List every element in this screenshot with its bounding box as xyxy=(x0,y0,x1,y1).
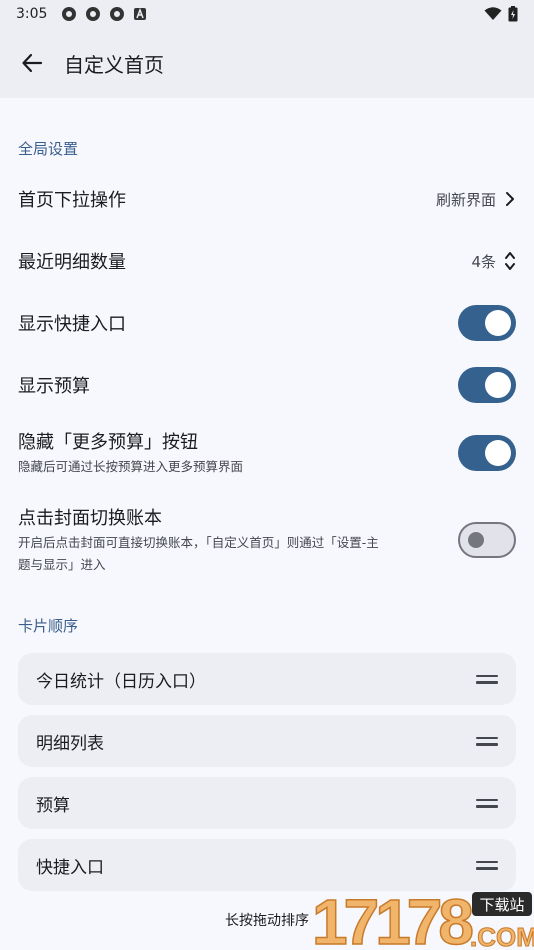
setting-title: 显示快捷入口 xyxy=(18,314,126,335)
setting-title: 点击封面切换账本 xyxy=(18,508,162,529)
setting-show-shortcuts: 显示快捷入口 xyxy=(0,298,534,348)
setting-title: 隐藏「更多预算」按钮 xyxy=(18,432,198,453)
card-item[interactable]: 明细列表 xyxy=(18,715,516,767)
watermark-badge: 下载站 xyxy=(479,896,524,914)
setting-subtitle-line1: 开启后点击封面可直接切换账本，「自定义首页」则通过「设置-主 xyxy=(18,535,379,550)
hide-more-budget-toggle[interactable] xyxy=(458,435,516,471)
a-badge-icon xyxy=(134,7,147,20)
setting-show-budget: 显示预算 xyxy=(0,360,534,410)
page-title: 自定义首页 xyxy=(64,52,164,77)
setting-value: 刷新界面 xyxy=(435,190,496,209)
watermark-number: 17178 xyxy=(312,886,472,950)
section-header-card-order: 卡片顺序 xyxy=(18,617,79,635)
card-label: 快捷入口 xyxy=(36,857,104,878)
drag-handle-icon[interactable] xyxy=(476,736,498,746)
chevron-up-down-icon xyxy=(505,252,515,270)
setting-title: 显示预算 xyxy=(18,376,90,397)
setting-title: 最近明细数量 xyxy=(18,252,126,273)
gear-icon xyxy=(110,7,125,21)
setting-tap-cover-switch: 点击封面切换账本 开启后点击封面可直接切换账本，「自定义首页」则通过「设置-主 … xyxy=(0,504,534,576)
setting-subtitle-line2: 题与显示」进入 xyxy=(18,557,106,572)
gear-icon xyxy=(62,7,77,21)
setting-recent-count[interactable]: 最近明细数量 4条 xyxy=(0,236,534,286)
chevron-right-icon xyxy=(506,192,514,206)
toggle-knob xyxy=(485,440,511,466)
section-header-global: 全局设置 xyxy=(18,140,79,158)
drag-handle-icon[interactable] xyxy=(476,798,498,808)
battery-icon xyxy=(508,6,518,22)
watermark-logo: 17178 下载站 .COM xyxy=(311,885,534,950)
status-notification-icons xyxy=(61,6,147,22)
setting-value: 4条 xyxy=(471,252,496,271)
status-system-icons xyxy=(484,6,518,22)
setting-pull-action[interactable]: 首页下拉操作 刷新界面 xyxy=(0,174,534,224)
status-bar: 3:05 xyxy=(0,0,534,28)
app-bar: 自定义首页 xyxy=(0,28,534,98)
setting-title: 首页下拉操作 xyxy=(18,190,126,211)
arrow-left-icon xyxy=(22,53,43,73)
back-button[interactable] xyxy=(0,28,64,98)
card-label: 今日统计（日历入口） xyxy=(36,671,206,692)
card-label: 明细列表 xyxy=(36,733,104,754)
toggle-knob xyxy=(485,310,511,336)
card-item[interactable]: 预算 xyxy=(18,777,516,829)
show-budget-toggle[interactable] xyxy=(458,367,516,403)
setting-subtitle: 隐藏后可通过长按预算进入更多预算界面 xyxy=(18,459,244,474)
toggle-knob xyxy=(485,372,511,398)
toggle-knob xyxy=(468,532,484,548)
tap-cover-switch-toggle[interactable] xyxy=(458,522,516,558)
watermark-suffix: .COM xyxy=(470,922,534,950)
wifi-icon xyxy=(484,7,502,20)
card-item[interactable]: 今日统计（日历入口） xyxy=(18,653,516,705)
show-shortcuts-toggle[interactable] xyxy=(458,305,516,341)
gear-icon xyxy=(86,7,101,21)
drag-handle-icon[interactable] xyxy=(476,860,498,870)
setting-hide-more-budget: 隐藏「更多预算」按钮 隐藏后可通过长按预算进入更多预算界面 xyxy=(0,424,534,482)
drag-handle-icon[interactable] xyxy=(476,674,498,684)
status-time: 3:05 xyxy=(16,6,48,22)
card-label: 预算 xyxy=(36,795,70,816)
